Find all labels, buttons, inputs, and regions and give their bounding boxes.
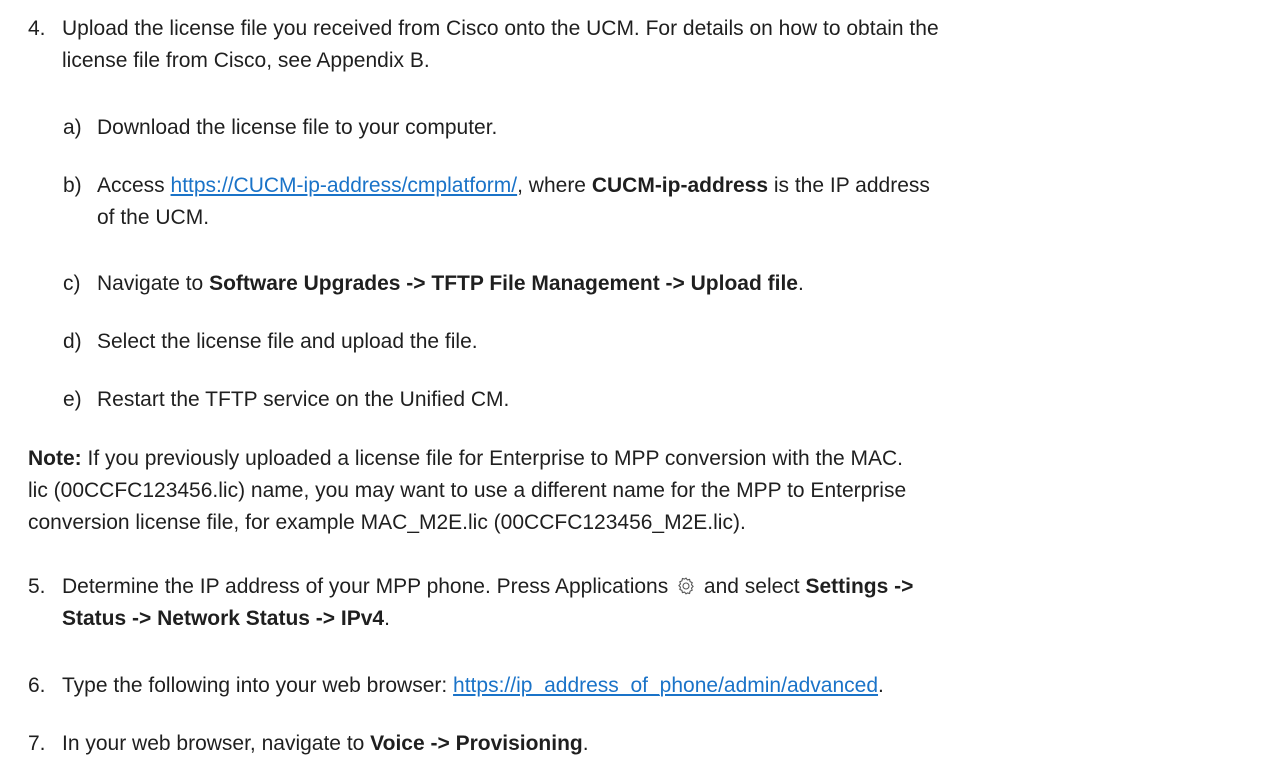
step-7-text: In your web browser, navigate to Voice -… xyxy=(62,728,1243,760)
text-fragment: , where xyxy=(517,174,592,197)
note-block: Note: If you previously uploaded a licen… xyxy=(28,443,1228,539)
substep-letter: a) xyxy=(63,116,82,139)
note-line-1: Note: If you previously uploaded a licen… xyxy=(28,443,1228,475)
text-fragment: If you previously uploaded a license fil… xyxy=(81,447,904,470)
substep-letter: e) xyxy=(63,388,82,411)
substep-text: Navigate to Software Upgrades -> TFTP Fi… xyxy=(97,268,1243,300)
step-5-line-2: Status -> Network Status -> IPv4. xyxy=(62,603,1243,635)
substep-text: Select the license file and upload the f… xyxy=(97,330,478,353)
substep-letter: b) xyxy=(63,174,82,197)
substep-letter: c) xyxy=(63,272,81,295)
step-4e: e) Restart the TFTP service on the Unifi… xyxy=(63,384,1243,416)
text-fragment: In your web browser, navigate to xyxy=(62,732,371,755)
step-4d: d) Select the license file and upload th… xyxy=(63,326,1243,358)
text-fragment: is the IP address xyxy=(768,174,930,197)
text-fragment: Type the following into your web browser… xyxy=(62,674,454,697)
step-number: 6. xyxy=(28,674,46,697)
step-number: 4. xyxy=(28,17,46,40)
step-4: 4. Upload the license file you received … xyxy=(28,13,1243,77)
step-5: 5. Determine the IP address of your MPP … xyxy=(28,571,1243,635)
step-number: 7. xyxy=(28,732,46,755)
bold-term: CUCM-ip-address xyxy=(591,174,769,197)
step-4-line-1: Upload the license file you received fro… xyxy=(62,17,939,40)
substep-text: Download the license file to your comput… xyxy=(97,116,498,139)
step-4-line-2: license file from Cisco, see Appendix B. xyxy=(62,49,430,72)
note-label: Note: xyxy=(28,447,82,470)
substep-text: Restart the TFTP service on the Unified … xyxy=(97,388,510,411)
text-fragment: Access xyxy=(97,174,171,197)
step-6-text: Type the following into your web browser… xyxy=(62,670,1243,702)
step-4b: b) Access https://CUCM-ip-address/cmplat… xyxy=(63,170,1243,234)
text-fragment: . xyxy=(797,272,804,295)
step-5-line-1: Determine the IP address of your MPP pho… xyxy=(62,571,1243,603)
substep-4b-line-1: Access https://CUCM-ip-address/cmplatfor… xyxy=(97,170,1243,202)
cmplatform-link[interactable]: https://CUCM-ip-address/cmplatform/ xyxy=(171,174,518,197)
note-line-2: lic (00CCFC123456.lic) name, you may wan… xyxy=(28,479,907,502)
text-fragment: Navigate to xyxy=(97,272,210,295)
note-line-3: conversion license file, for example MAC… xyxy=(28,511,746,534)
bold-term: Status -> Network Status -> IPv4 xyxy=(62,607,385,630)
text-fragment: . xyxy=(878,674,884,697)
bold-term: Software Upgrades -> TFTP File Managemen… xyxy=(209,272,798,295)
gear-icon xyxy=(676,574,696,595)
step-number: 5. xyxy=(28,575,46,598)
bold-term: Voice -> Provisioning xyxy=(370,732,583,755)
step-7: 7. In your web browser, navigate to Voic… xyxy=(28,728,1243,760)
text-fragment: . xyxy=(582,732,589,755)
bold-term: Settings -> xyxy=(805,575,914,598)
step-6: 6. Type the following into your web brow… xyxy=(28,670,1243,702)
substep-letter: d) xyxy=(63,330,82,353)
text-fragment: Determine the IP address of your MPP pho… xyxy=(62,575,675,598)
step-4c: c) Navigate to Software Upgrades -> TFTP… xyxy=(63,268,1243,300)
text-fragment: . xyxy=(384,607,390,630)
step-4a: a) Download the license file to your com… xyxy=(63,112,1243,144)
text-fragment: and select xyxy=(698,575,806,598)
substep-4b-line-2: of the UCM. xyxy=(97,206,210,229)
phone-admin-link[interactable]: https://ip_address_of_phone/admin/advanc… xyxy=(453,674,878,697)
